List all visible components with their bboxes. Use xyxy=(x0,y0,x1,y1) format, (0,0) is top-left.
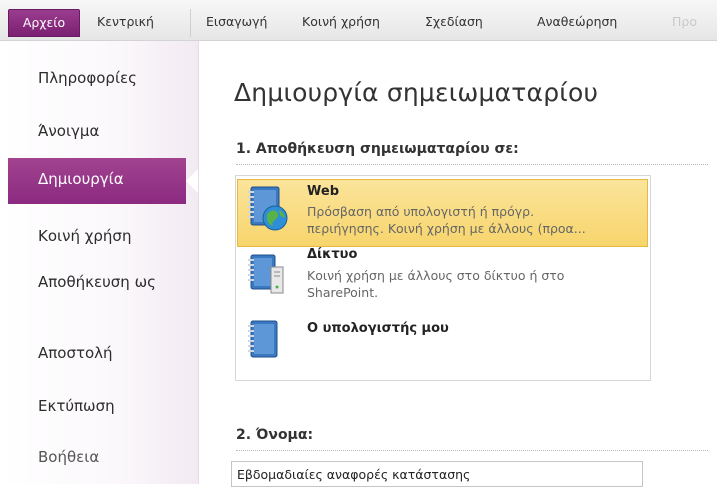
section-divider xyxy=(236,164,708,165)
tab-separator xyxy=(190,9,191,37)
location-web[interactable]: Web Πρόσβαση από υπολογιστή ή πρόγρ. περ… xyxy=(237,179,648,247)
nav-item-print[interactable]: Εκτύπωση xyxy=(38,396,178,417)
nav-item-share[interactable]: Κοινή χρήση xyxy=(38,226,178,247)
nav-item-save-as[interactable]: Αποθήκευση ως xyxy=(38,272,158,293)
save-location-list: Web Πρόσβαση από υπολογιστή ή πρόγρ. περ… xyxy=(235,175,651,381)
location-web-desc-line1: Πρόσβαση από υπολογιστή ή πρόγρ. xyxy=(307,204,535,219)
web-notebook-icon xyxy=(248,186,288,231)
location-network-description: Κοινή χρήση με άλλους στο δίκτυο ή στο S… xyxy=(307,267,643,301)
nav-item-new[interactable]: Δημιουργία xyxy=(8,158,198,204)
ribbon-tabs: Αρχείο Κεντρική Εισαγωγή Κοινή χρήση Σχε… xyxy=(0,0,717,41)
location-network-title: Δίκτυο xyxy=(307,247,358,262)
location-my-computer[interactable]: Ο υπολογιστής μου xyxy=(238,315,646,365)
nav-item-new-label: Δημιουργία xyxy=(38,170,124,188)
nav-item-open[interactable]: Άνοιγμα xyxy=(38,121,178,142)
tab-home[interactable]: Κεντρική xyxy=(97,11,154,33)
location-network[interactable]: Δίκτυο Κοινή χρήση με άλλους στο δίκτυο … xyxy=(238,247,646,313)
nav-item-info[interactable]: Πληροφορίες xyxy=(38,68,178,89)
location-my-computer-title: Ο υπολογιστής μου xyxy=(307,321,449,336)
location-network-desc-line1: Κοινή χρήση με άλλους στο δίκτυο ή στο xyxy=(307,268,565,283)
tab-share[interactable]: Κοινή χρήση xyxy=(302,11,380,33)
network-notebook-icon xyxy=(248,254,284,294)
nav-item-send[interactable]: Αποστολή xyxy=(38,343,178,364)
location-network-desc-line2: SharePoint. xyxy=(307,285,379,300)
location-web-desc-line2: περιήγησης. Κοινή χρήση με άλλους (προα.… xyxy=(307,221,586,236)
notebook-name-input[interactable] xyxy=(231,461,643,487)
location-web-title: Web xyxy=(307,184,339,199)
backstage-nav: Πληροφορίες Άνοιγμα Δημιουργία Κοινή χρή… xyxy=(0,41,199,484)
page-title: Δημιουργία σημειωματαρίου xyxy=(234,78,599,107)
tab-file[interactable]: Αρχείο xyxy=(8,9,80,37)
location-web-description: Πρόσβαση από υπολογιστή ή πρόγρ. περιήγη… xyxy=(307,203,643,237)
nav-item-help[interactable]: Βοήθεια xyxy=(38,447,178,468)
section-divider xyxy=(236,450,708,451)
save-location-heading: 1. Αποθήκευση σημειωματαρίου σε: xyxy=(236,141,519,157)
name-heading: 2. Όνομα: xyxy=(236,427,314,443)
local-notebook-icon xyxy=(248,320,278,358)
tab-insert[interactable]: Εισαγωγή xyxy=(206,11,267,33)
tab-view-partial[interactable]: Προ xyxy=(672,11,697,33)
tab-review[interactable]: Αναθεώρηση xyxy=(537,11,617,33)
tab-draw[interactable]: Σχεδίαση xyxy=(425,11,483,33)
